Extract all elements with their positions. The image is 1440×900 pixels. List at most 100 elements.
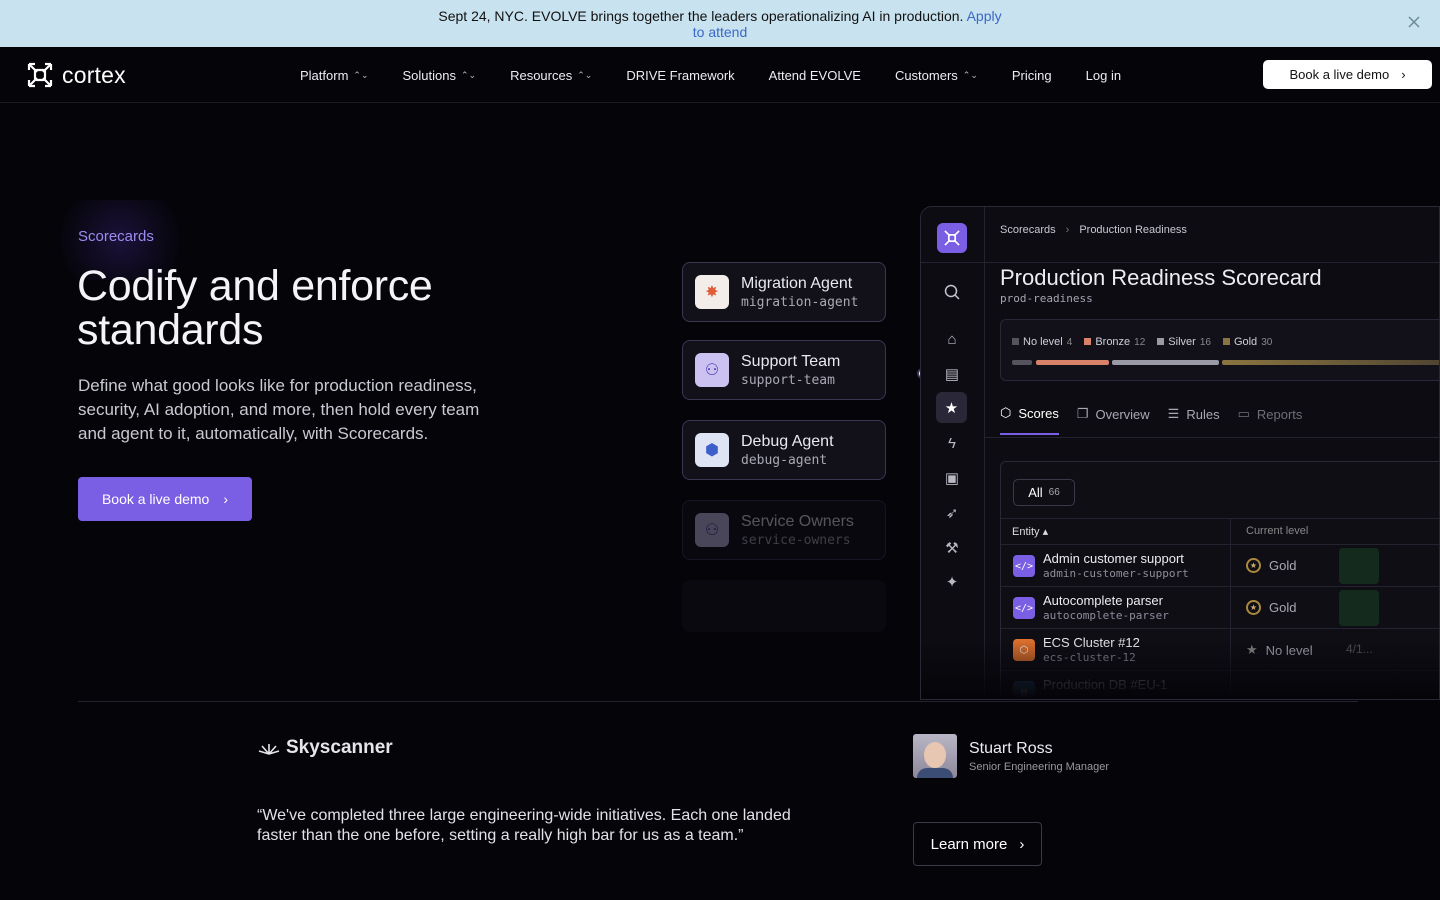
agent-name: Debug Agent xyxy=(741,432,834,450)
rocket-icon[interactable]: ➶ xyxy=(941,502,963,524)
level-bar-silver xyxy=(1112,360,1219,365)
level-no-level: No level 4 xyxy=(1012,336,1072,348)
tab-overview[interactable]: ❐ Overview xyxy=(1077,405,1150,435)
window-icon: ❐ xyxy=(1076,406,1089,421)
banner-apply-link-cont[interactable]: to attend xyxy=(693,24,748,40)
brand-name: cortex xyxy=(62,61,126,88)
filter-all-button[interactable]: All 66 xyxy=(1013,479,1075,506)
top-navigation: cortex Platform ⌃⌄ Solutions ⌃⌄ Resources ⌃… xyxy=(0,47,1440,103)
level-bar-no-level xyxy=(1012,360,1032,365)
status-pill xyxy=(1339,548,1379,584)
scorecard-tabs: ⬡ Scores ❐ Overview ☰ Rules ▭ Reports xyxy=(1000,405,1302,435)
sunrise-icon xyxy=(258,744,280,755)
scores-table: All 66 Entity ▴ Current level </> Admin … xyxy=(1000,461,1439,699)
table-row[interactable]: </> Admin customer support admin-custome… xyxy=(1001,544,1439,586)
testimonial-quote: “We've completed three large engineering… xyxy=(257,807,791,844)
chevron-updown-icon: ⌃⌄ xyxy=(577,69,593,80)
search-icon[interactable] xyxy=(941,281,963,303)
nav-item-attend-evolve[interactable]: Attend EVOLVE xyxy=(769,68,861,83)
nav-item-login[interactable]: Log in xyxy=(1086,68,1121,83)
code-icon: </> xyxy=(1013,555,1035,577)
book-demo-button[interactable]: Book a live demo › xyxy=(1263,60,1432,89)
scorecard-panel: ⌂ ▤ ★ ϟ ▣ ➶ ⚒ ✦ Scorecards › Production … xyxy=(920,206,1440,700)
column-current-level[interactable]: Current level xyxy=(1246,525,1308,537)
hero-description: Define what good looks like for producti… xyxy=(78,376,480,443)
brand-logo[interactable]: cortex xyxy=(26,61,126,89)
breadcrumb-production-readiness[interactable]: Production Readiness xyxy=(1079,224,1187,236)
chevron-right-icon: › xyxy=(223,491,229,507)
nav-item-resources[interactable]: Resources ⌃⌄ xyxy=(510,68,592,83)
testimonial-author: Stuart Ross Senior Engineering Manager xyxy=(913,734,1109,778)
home-icon[interactable]: ⌂ xyxy=(941,328,963,350)
level-bar-bronze xyxy=(1036,360,1109,365)
wrench-icon[interactable]: ⚒ xyxy=(941,537,963,559)
level-silver: Silver 16 xyxy=(1157,336,1211,348)
chat-icon[interactable]: ▣ xyxy=(941,467,963,489)
table-row[interactable]: ▤ Production DB #EU-1 xyxy=(1001,670,1439,699)
chevron-updown-icon: ⌃⌄ xyxy=(962,69,978,80)
nav-item-platform[interactable]: Platform ⌃⌄ xyxy=(300,68,369,83)
breadcrumb: Scorecards › Production Readiness xyxy=(1000,224,1187,236)
banner-text: Sept 24, NYC. EVOLVE brings together the… xyxy=(438,8,964,24)
debug-icon: ⬢ xyxy=(695,433,729,467)
hero-eyebrow: Scorecards xyxy=(78,228,154,245)
list-icon: ☰ xyxy=(1167,406,1180,421)
nav-item-drive-framework[interactable]: DRIVE Framework xyxy=(626,68,734,83)
hexagon-icon: ⬡ xyxy=(1013,639,1035,661)
chevron-right-icon: › xyxy=(1065,224,1070,236)
tab-reports[interactable]: ▭ Reports xyxy=(1238,405,1303,435)
table-row[interactable]: ⬡ ECS Cluster #12 ecs-cluster-12 ★ No lev… xyxy=(1001,628,1439,670)
cortex-logo-icon xyxy=(27,62,53,88)
agent-card[interactable]: ⬢ Debug Agent debug-agent xyxy=(682,420,886,480)
agent-name: Service Owners xyxy=(741,512,854,530)
learn-more-button[interactable]: Learn more › xyxy=(913,822,1042,866)
agent-name: Support Team xyxy=(741,352,841,370)
chevron-right-icon: › xyxy=(1019,835,1025,853)
author-name: Stuart Ross xyxy=(969,740,1053,757)
agent-card[interactable]: ⚇ Support Team support-team xyxy=(682,340,886,400)
lightning-icon[interactable]: ϟ xyxy=(941,432,963,454)
column-entity[interactable]: Entity ▴ xyxy=(1012,525,1048,538)
agent-slug: migration-agent xyxy=(741,294,859,310)
agent-slug: service-owners xyxy=(741,532,851,548)
skyscanner-logo: Skyscanner xyxy=(258,737,393,759)
close-icon[interactable] xyxy=(1406,14,1422,30)
rule-progress: 4/1... xyxy=(1346,642,1373,656)
team-icon: ⚇ xyxy=(695,353,729,387)
banner-apply-link[interactable]: Apply xyxy=(967,8,1002,24)
level-bronze: Bronze 12 xyxy=(1084,336,1145,348)
agent-card-placeholder xyxy=(682,580,886,632)
agent-slug: support-team xyxy=(741,372,835,388)
chevron-updown-icon: ⌃⌄ xyxy=(460,69,477,80)
tab-scores[interactable]: ⬡ Scores xyxy=(1000,405,1059,435)
section-divider xyxy=(78,701,1358,702)
hero-book-demo-button[interactable]: Book a live demo › xyxy=(78,477,252,521)
scorecard-title: Production Readiness Scorecard xyxy=(1000,265,1322,290)
star-icon[interactable]: ★ xyxy=(936,392,967,423)
nav-item-customers[interactable]: Customers ⌃⌄ xyxy=(895,68,978,83)
sort-asc-icon: ▴ xyxy=(1042,526,1049,538)
nav-item-solutions[interactable]: Solutions ⌃⌄ xyxy=(403,68,477,83)
code-icon: </> xyxy=(1013,597,1035,619)
nav-item-pricing[interactable]: Pricing xyxy=(1012,68,1052,83)
app-sidebar: ⌂ ▤ ★ ϟ ▣ ➶ ⚒ ✦ xyxy=(921,207,985,699)
tab-rules[interactable]: ☰ Rules xyxy=(1168,405,1220,435)
status-pill xyxy=(1339,590,1379,626)
book-icon[interactable]: ▤ xyxy=(941,363,963,385)
cortex-logo-icon[interactable] xyxy=(937,223,967,253)
breadcrumb-scorecards[interactable]: Scorecards xyxy=(1000,224,1056,236)
plugin-icon[interactable]: ✦ xyxy=(941,571,963,593)
avatar xyxy=(913,734,957,778)
agent-card[interactable]: ✸ Migration Agent migration-agent xyxy=(682,262,886,322)
level-bar-gold xyxy=(1222,360,1439,365)
agent-card[interactable]: ⚇ Service Owners service-owners xyxy=(682,500,886,560)
report-icon: ▭ xyxy=(1237,406,1250,421)
chevron-right-icon: › xyxy=(1401,67,1406,82)
level-legend: No level 4 Bronze 12 Silver 16 Gold 30 xyxy=(1012,336,1272,348)
product-visual: ✸ Migration Agent migration-agent ⚇ Supp… xyxy=(660,180,1440,700)
main-menu: Platform ⌃⌄ Solutions ⌃⌄ Resources ⌃⌄ DRIVE… xyxy=(300,47,1155,103)
hero-title: Codify and enforce standards xyxy=(77,262,433,354)
table-row[interactable]: </> Autocomplete parser autocomplete-par… xyxy=(1001,586,1439,628)
table-header: Entity ▴ Current level xyxy=(1001,518,1439,544)
author-role: Senior Engineering Manager xyxy=(969,761,1110,773)
